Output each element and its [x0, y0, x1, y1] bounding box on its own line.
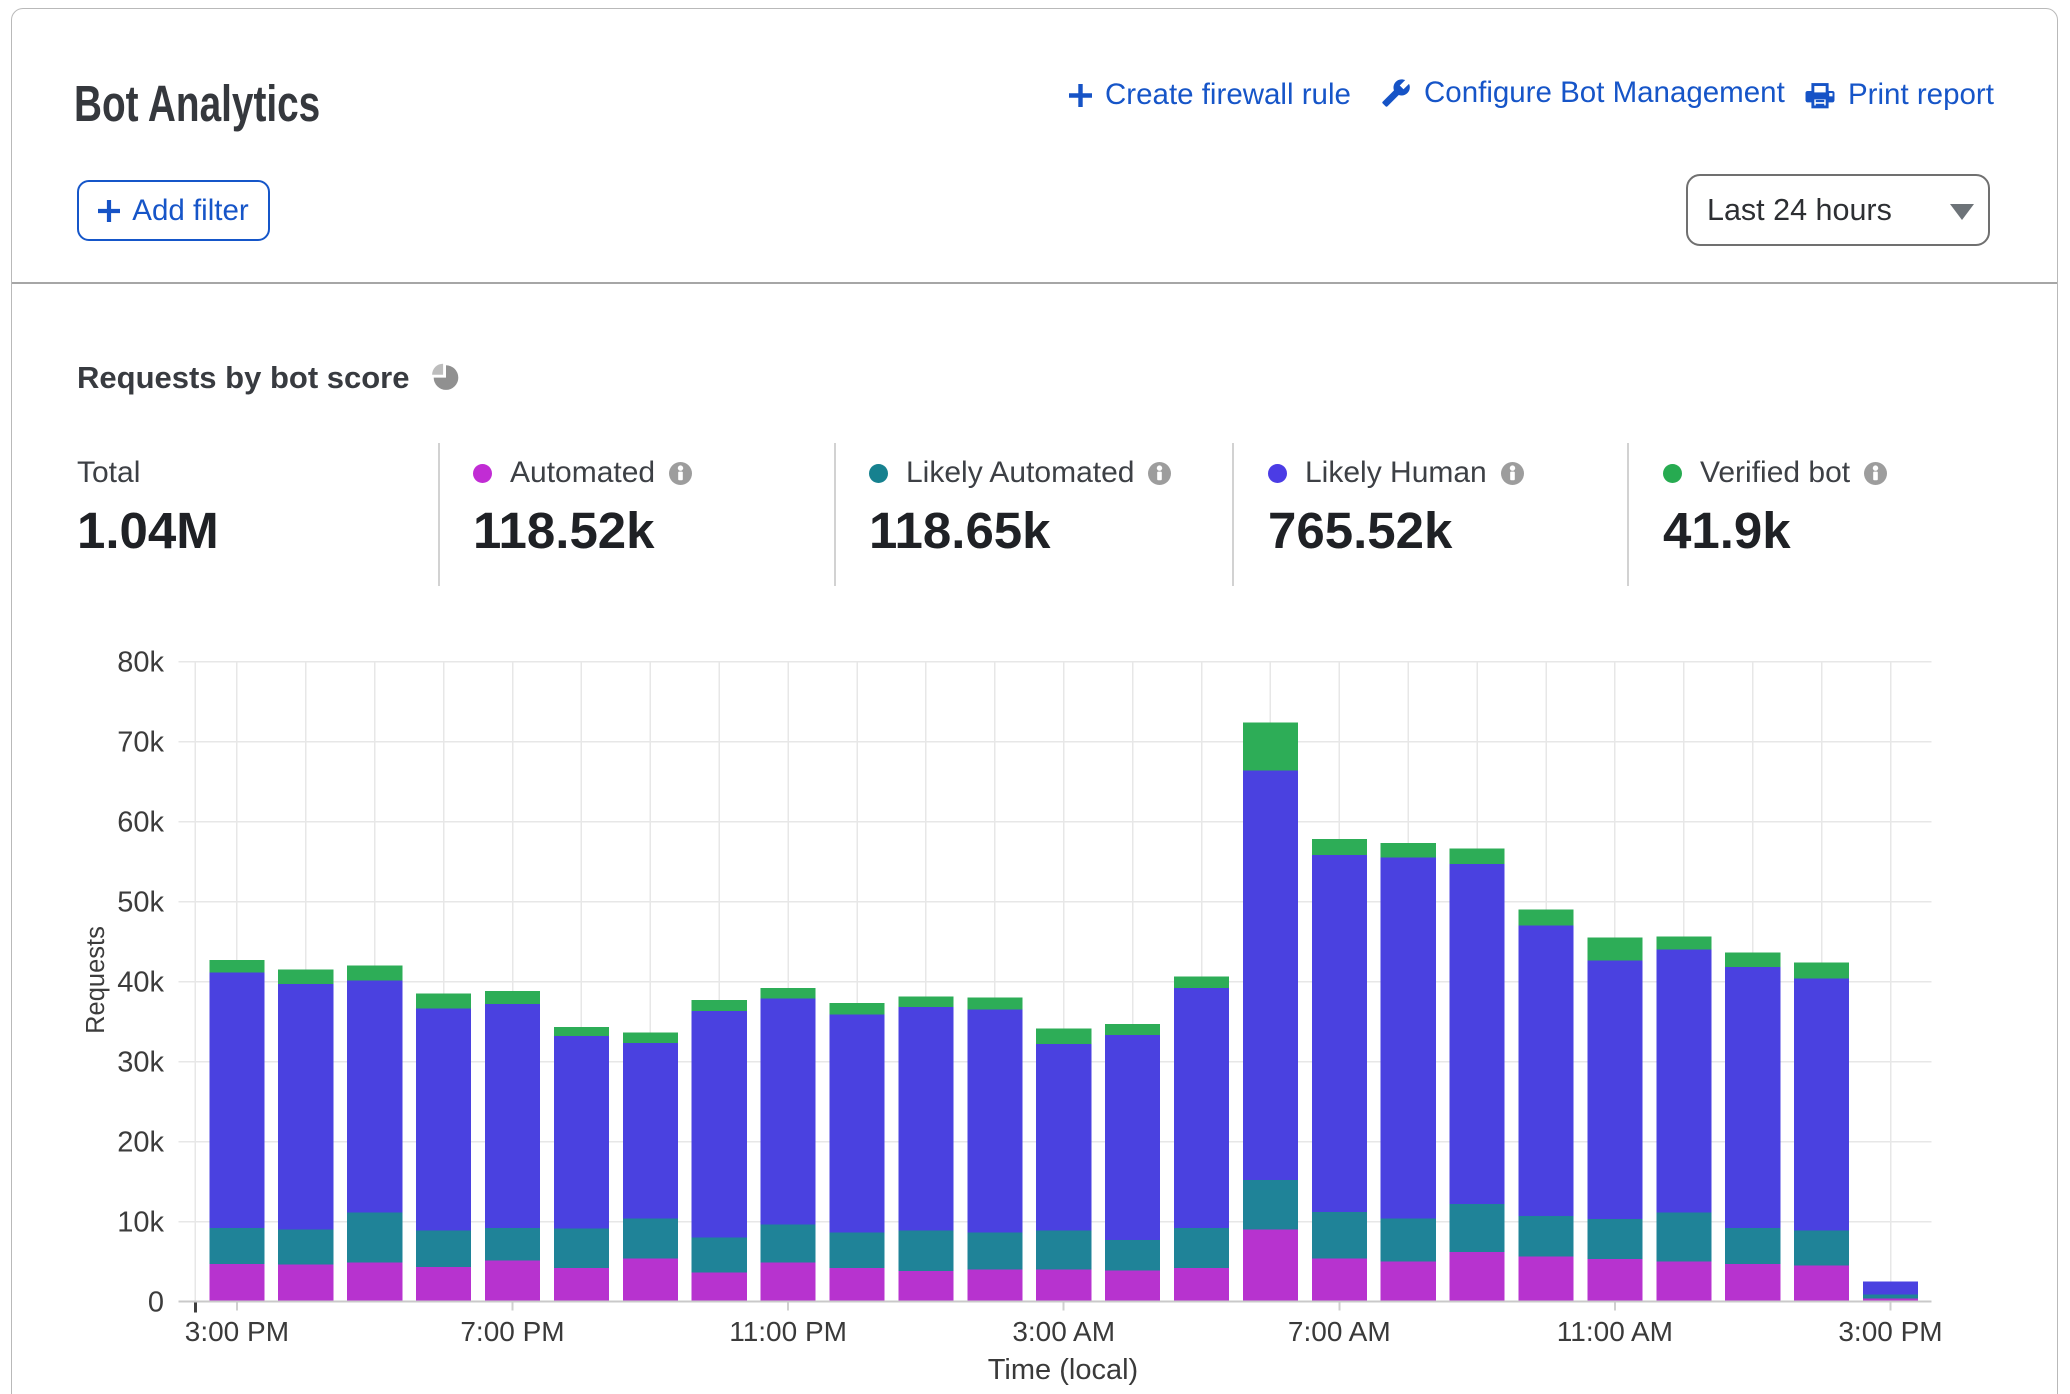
- svg-text:11:00 AM: 11:00 AM: [1557, 1316, 1673, 1347]
- svg-text:10k: 10k: [117, 1207, 164, 1239]
- svg-text:30k: 30k: [117, 1047, 164, 1079]
- svg-text:7:00 PM: 7:00 PM: [460, 1316, 564, 1347]
- svg-text:50k: 50k: [117, 887, 164, 919]
- svg-text:Requests: Requests: [82, 926, 110, 1034]
- svg-text:3:00 PM: 3:00 PM: [185, 1316, 289, 1347]
- svg-text:Time (local): Time (local): [988, 1354, 1138, 1386]
- svg-text:3:00 AM: 3:00 AM: [1012, 1316, 1115, 1347]
- svg-text:70k: 70k: [117, 727, 164, 759]
- svg-text:40k: 40k: [117, 967, 164, 999]
- svg-text:3:00 PM: 3:00 PM: [1838, 1316, 1942, 1347]
- svg-text:20k: 20k: [117, 1127, 164, 1159]
- svg-text:7:00 AM: 7:00 AM: [1288, 1316, 1391, 1347]
- svg-text:0: 0: [148, 1287, 164, 1319]
- svg-text:80k: 80k: [117, 647, 164, 679]
- svg-text:11:00 PM: 11:00 PM: [729, 1316, 847, 1347]
- svg-text:60k: 60k: [117, 807, 164, 839]
